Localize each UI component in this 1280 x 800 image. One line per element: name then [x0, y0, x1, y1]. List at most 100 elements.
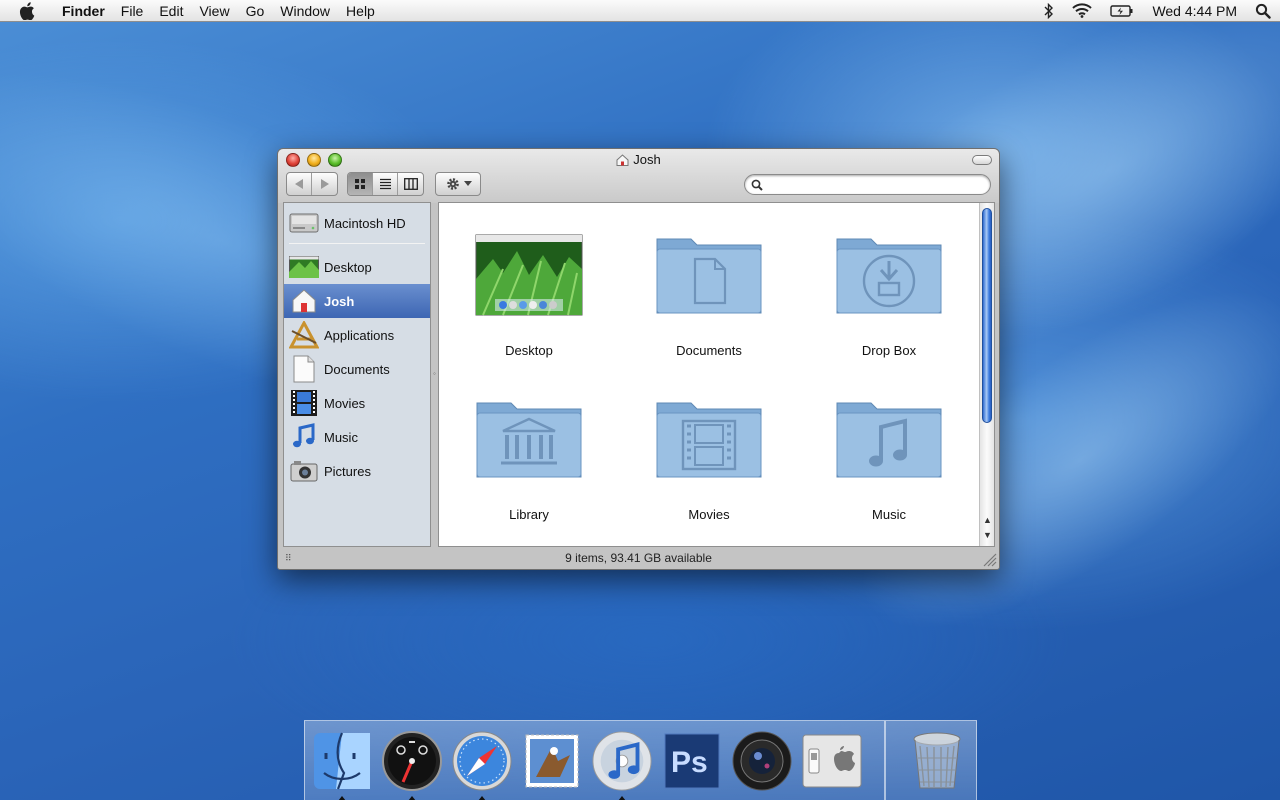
- icon-view-button[interactable]: [348, 173, 373, 195]
- sidebar-item-label: Desktop: [324, 259, 372, 275]
- menu-view[interactable]: View: [191, 0, 237, 22]
- chevron-down-icon: [463, 181, 472, 186]
- list-view-button[interactable]: [373, 173, 398, 195]
- action-menu-button[interactable]: [435, 172, 481, 196]
- sidebar-item-label: Josh: [324, 293, 355, 309]
- resize-grip-icon[interactable]: [981, 551, 997, 567]
- menu-window[interactable]: Window: [272, 0, 338, 22]
- file-item-music[interactable]: Music: [814, 393, 964, 522]
- hard-drive-icon: [289, 209, 319, 237]
- search-icon: [751, 179, 763, 191]
- running-indicator: [618, 796, 626, 800]
- sidebar-item-desktop[interactable]: Desktop: [284, 250, 430, 284]
- camera-icon: [289, 457, 319, 485]
- sidebar-splitter[interactable]: ◦: [433, 369, 437, 378]
- menu-bar: Finder File Edit View Go Window Help Wed…: [0, 0, 1280, 22]
- wifi-menu[interactable]: [1063, 0, 1101, 22]
- back-arrow-icon: [294, 179, 303, 189]
- sidebar-item-label: Pictures: [324, 463, 371, 479]
- dock-mail[interactable]: [521, 729, 583, 793]
- sidebar-item-label: Applications: [324, 327, 395, 343]
- apple-menu[interactable]: [0, 1, 54, 20]
- sidebar-item-pictures[interactable]: Pictures: [284, 454, 430, 488]
- file-item-label: Desktop: [505, 343, 553, 358]
- dock-photoshop[interactable]: Ps: [661, 729, 723, 793]
- scroll-up-arrow-icon[interactable]: ▲: [982, 515, 993, 525]
- column-view-button[interactable]: [398, 173, 423, 195]
- file-item-movies[interactable]: Movies: [634, 393, 784, 522]
- file-browser: Desktop Documents Drop Box Library Movie…: [438, 202, 995, 547]
- file-item-desktop[interactable]: Desktop: [454, 229, 604, 358]
- finder-window: Josh Macintosh HD Desktop Josh Applicati…: [277, 148, 1000, 570]
- scrollbar-thumb[interactable]: [982, 208, 992, 423]
- document-icon: [289, 355, 319, 383]
- dock-trash[interactable]: [906, 729, 968, 793]
- spotlight-menu[interactable]: [1246, 0, 1280, 22]
- bluetooth-icon: [1044, 2, 1054, 19]
- file-item-drop-box[interactable]: Drop Box: [814, 229, 964, 358]
- menu-extras: Wed 4:44 PM: [1035, 0, 1280, 22]
- dock-safari[interactable]: [451, 729, 513, 800]
- menu-go[interactable]: Go: [238, 0, 273, 22]
- menu-file[interactable]: File: [113, 0, 152, 22]
- dock: Ps: [304, 720, 977, 800]
- home-icon: [616, 153, 629, 166]
- wifi-icon: [1072, 3, 1093, 18]
- toolbar-toggle-button[interactable]: [972, 155, 992, 165]
- sidebar-item-macintosh-hd[interactable]: Macintosh HD: [284, 206, 430, 240]
- menu-clock[interactable]: Wed 4:44 PM: [1143, 0, 1246, 22]
- dock-dashboard[interactable]: [381, 729, 443, 800]
- sidebar-item-applications[interactable]: Applications: [284, 318, 430, 352]
- movies-folder-icon: [653, 393, 765, 481]
- sidebar-item-label: Macintosh HD: [324, 215, 406, 231]
- desktop-thumbnail-icon: [473, 229, 585, 317]
- sidebar: Macintosh HD Desktop Josh Applications D…: [283, 202, 431, 547]
- file-item-library[interactable]: Library: [454, 393, 604, 522]
- menu-edit[interactable]: Edit: [151, 0, 191, 22]
- dock-aperture[interactable]: [731, 729, 793, 793]
- back-button[interactable]: [287, 173, 312, 195]
- file-item-label: Drop Box: [861, 343, 917, 358]
- home-icon: [289, 287, 319, 315]
- scroll-down-arrow-icon[interactable]: ▼: [982, 530, 993, 540]
- battery-menu[interactable]: [1101, 0, 1143, 22]
- dock-system-preferences[interactable]: [801, 729, 863, 793]
- dashboard-icon: [382, 731, 442, 791]
- file-item-documents[interactable]: Documents: [634, 229, 784, 358]
- bluetooth-menu[interactable]: [1035, 0, 1063, 22]
- menu-app-name[interactable]: Finder: [54, 0, 113, 22]
- sidebar-item-documents[interactable]: Documents: [284, 352, 430, 386]
- menu-help[interactable]: Help: [338, 0, 383, 22]
- sidebar-item-josh[interactable]: Josh: [284, 284, 430, 318]
- mail-stamp-icon: [525, 734, 579, 788]
- sidebar-item-movies[interactable]: Movies: [284, 386, 430, 420]
- running-indicator: [338, 796, 346, 800]
- music-folder-icon: [833, 393, 945, 481]
- photoshop-icon: Ps: [664, 733, 720, 789]
- window-title-text: Josh: [633, 152, 661, 167]
- status-grip-icon: ⠿: [285, 553, 292, 563]
- gear-icon: [446, 178, 459, 190]
- applications-icon: [289, 321, 319, 349]
- file-item-label: Music: [872, 507, 906, 522]
- status-text: 9 items, 93.41 GB available: [565, 551, 712, 565]
- search-field[interactable]: [744, 174, 991, 195]
- trash-icon: [913, 732, 961, 789]
- itunes-icon: [592, 731, 652, 791]
- window-titlebar[interactable]: Josh: [278, 149, 999, 171]
- vertical-scrollbar[interactable]: ▲ ▼: [979, 203, 994, 546]
- sidebar-item-music[interactable]: Music: [284, 420, 430, 454]
- svg-text:Ps: Ps: [671, 746, 708, 779]
- status-bar: ⠿ 9 items, 93.41 GB available: [278, 547, 999, 569]
- sidebar-item-label: Documents: [324, 361, 390, 377]
- dock-finder[interactable]: [311, 729, 373, 800]
- dock-itunes[interactable]: [591, 729, 653, 800]
- forward-button[interactable]: [312, 173, 337, 195]
- column-view-icon: [403, 178, 418, 190]
- sidebar-item-label: Music: [324, 429, 358, 445]
- battery-icon: [1110, 4, 1133, 17]
- window-toolbar: [278, 171, 999, 201]
- search-input[interactable]: [767, 177, 967, 192]
- film-icon: [289, 389, 319, 417]
- sidebar-item-label: Movies: [324, 395, 366, 411]
